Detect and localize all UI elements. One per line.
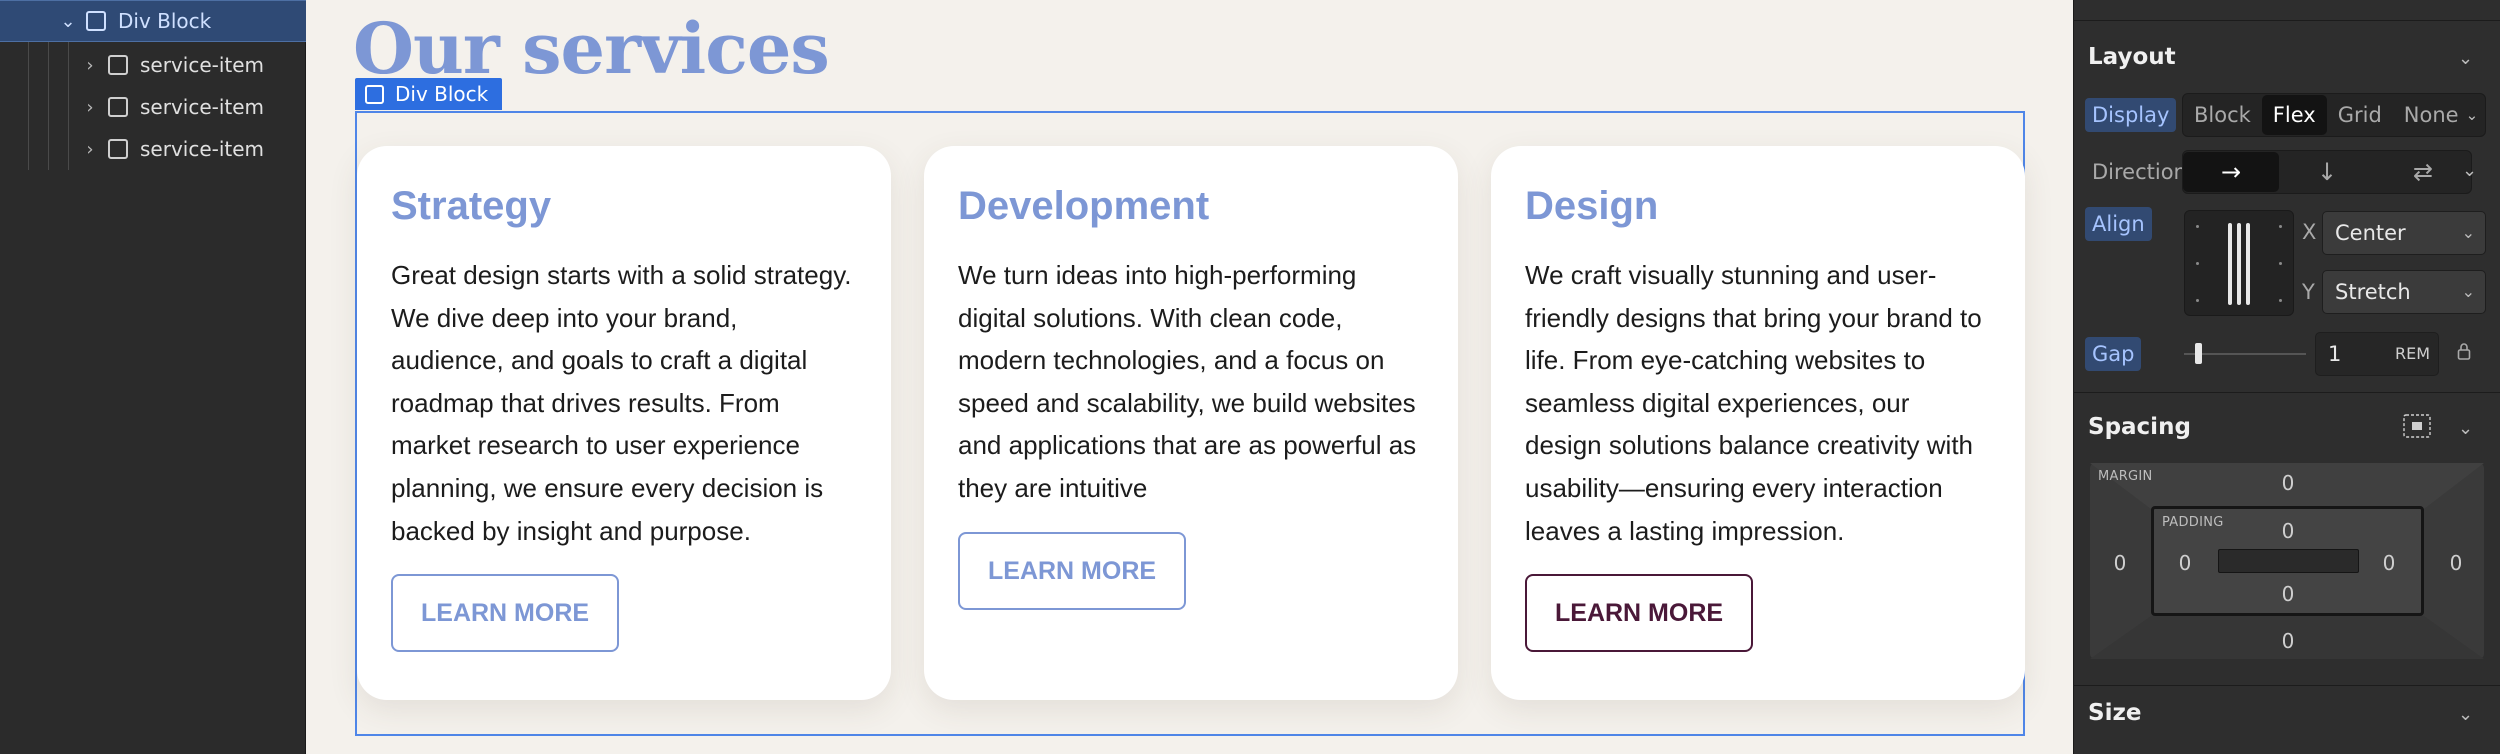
gap-unit[interactable]: REM <box>2395 333 2430 375</box>
navigator-item-label: service-item <box>140 137 265 161</box>
navigator-item-label: service-item <box>140 95 265 119</box>
chevron-down-icon[interactable]: ⌄ <box>2466 106 2479 124</box>
navigator-item-div-block[interactable]: ⌄ Div Block <box>0 0 306 42</box>
div-block-icon <box>86 11 106 31</box>
div-block-icon <box>108 55 128 75</box>
align-dot[interactable] <box>2279 225 2282 228</box>
learn-more-button[interactable]: LEARN MORE <box>1525 574 1754 653</box>
size-section-title[interactable]: Size <box>2088 700 2141 726</box>
padding-left-value[interactable]: 0 <box>2170 551 2200 575</box>
selection-label-text: Div Block <box>395 82 489 106</box>
learn-more-button[interactable]: LEARN MORE <box>958 531 1187 610</box>
designer-canvas[interactable]: Our services Div Block Strategy Great de… <box>307 0 2072 754</box>
chevron-down-icon: ⌄ <box>2461 223 2475 242</box>
align-dot[interactable] <box>2279 299 2282 302</box>
align-dot[interactable] <box>2279 262 2282 265</box>
gap-slider-handle[interactable] <box>2195 343 2202 364</box>
chevron-down-icon[interactable]: ⌄ <box>2458 704 2473 725</box>
navigator-item-label: Div Block <box>118 9 212 33</box>
align-label[interactable]: Align <box>2085 207 2152 241</box>
chevron-down-icon[interactable]: ⌄ <box>2458 48 2473 69</box>
lock-icon[interactable] <box>2457 341 2471 361</box>
padding-right-value[interactable]: 0 <box>2374 551 2404 575</box>
direction-wrap-icon[interactable]: ⇄ <box>2375 152 2471 192</box>
padding-caption: PADDING <box>2162 515 2224 530</box>
align-y-value: Stretch <box>2335 280 2411 304</box>
direction-label: Direction <box>2092 160 2187 184</box>
direction-row-icon[interactable]: → <box>2183 152 2279 192</box>
align-x-value: Center <box>2335 221 2406 245</box>
align-y-dropdown[interactable]: Stretch ⌄ <box>2322 270 2486 314</box>
padding-bottom-value[interactable]: 0 <box>2273 582 2303 606</box>
chevron-right-icon[interactable]: › <box>80 97 100 118</box>
direction-segmented-control[interactable]: → ↓ ⇄ <box>2182 150 2472 194</box>
spacing-preset-icon[interactable] <box>2403 414 2431 438</box>
align-y-label: Y <box>2302 280 2315 304</box>
section-divider <box>2073 392 2500 393</box>
align-dot[interactable] <box>2196 299 2199 302</box>
card-title: Design <box>1525 184 1659 228</box>
display-option-block[interactable]: Block <box>2183 95 2262 135</box>
card-body: Great design starts with a solid strateg… <box>391 260 852 546</box>
align-bar <box>2237 223 2241 305</box>
chevron-down-icon: ⌄ <box>2461 282 2475 301</box>
align-dot[interactable] <box>2196 262 2199 265</box>
gap-value: 1 <box>2328 342 2342 366</box>
spacing-section-title[interactable]: Spacing <box>2088 414 2191 440</box>
navigator-item-service-item[interactable]: › service-item <box>0 128 306 170</box>
chevron-right-icon[interactable]: › <box>80 139 100 160</box>
margin-bottom-value[interactable]: 0 <box>2273 629 2303 653</box>
layout-section-title[interactable]: Layout <box>2088 44 2176 70</box>
navigator-item-service-item[interactable]: › service-item <box>0 86 306 128</box>
margin-caption: MARGIN <box>2098 469 2153 484</box>
page-heading[interactable]: Our services <box>353 14 830 84</box>
div-block-icon <box>108 97 128 117</box>
padding-top-value[interactable]: 0 <box>2273 519 2303 543</box>
section-divider <box>2073 20 2500 21</box>
display-segmented-control[interactable]: Block Flex Grid None ⌄ <box>2182 93 2486 137</box>
chevron-down-icon[interactable]: ⌄ <box>58 11 78 32</box>
content-box <box>2218 549 2359 573</box>
navigator-item-service-item[interactable]: › service-item <box>0 44 306 86</box>
margin-top-value[interactable]: 0 <box>2273 471 2303 495</box>
align-bar <box>2228 223 2232 305</box>
service-card-design[interactable]: Design We craft visually stunning and us… <box>1491 146 2025 700</box>
margin-left-value[interactable]: 0 <box>2105 551 2135 575</box>
direction-column-icon[interactable]: ↓ <box>2279 152 2375 192</box>
gap-input[interactable]: 1 REM <box>2315 332 2439 376</box>
display-option-grid[interactable]: Grid <box>2327 95 2393 135</box>
selection-label[interactable]: Div Block <box>355 78 503 110</box>
learn-more-button[interactable]: LEARN MORE <box>391 574 620 653</box>
section-divider <box>2073 685 2500 686</box>
chevron-down-icon[interactable]: ⌄ <box>2458 418 2473 439</box>
chevron-down-icon[interactable]: ⌄ <box>2462 160 2477 181</box>
navigator-item-label: service-item <box>140 53 265 77</box>
display-option-none[interactable]: None <box>2393 95 2470 135</box>
card-body: We craft visually stunning and user-frie… <box>1525 260 1982 546</box>
card-body: We turn ideas into high-performing digit… <box>958 260 1417 503</box>
card-title: Strategy <box>391 184 552 228</box>
gap-label[interactable]: Gap <box>2085 337 2142 371</box>
service-card-strategy[interactable]: Strategy Great design starts with a soli… <box>357 146 891 700</box>
chevron-right-icon[interactable]: › <box>80 55 100 76</box>
card-title: Development <box>958 184 1210 228</box>
align-dot[interactable] <box>2196 225 2199 228</box>
display-option-flex[interactable]: Flex <box>2261 95 2327 135</box>
align-x-label: X <box>2302 220 2317 244</box>
display-label[interactable]: Display <box>2085 98 2177 132</box>
service-card-development[interactable]: Development We turn ideas into high-perf… <box>924 146 1458 700</box>
navigator-panel: ⌄ Div Block › service-item › service-ite… <box>0 0 306 754</box>
align-bar <box>2246 223 2250 305</box>
margin-right-value[interactable]: 0 <box>2441 551 2471 575</box>
div-block-icon <box>108 139 128 159</box>
align-picker[interactable] <box>2184 210 2294 316</box>
div-block-icon <box>365 84 384 104</box>
align-x-dropdown[interactable]: Center ⌄ <box>2322 211 2486 255</box>
gap-slider-track[interactable] <box>2184 353 2306 355</box>
